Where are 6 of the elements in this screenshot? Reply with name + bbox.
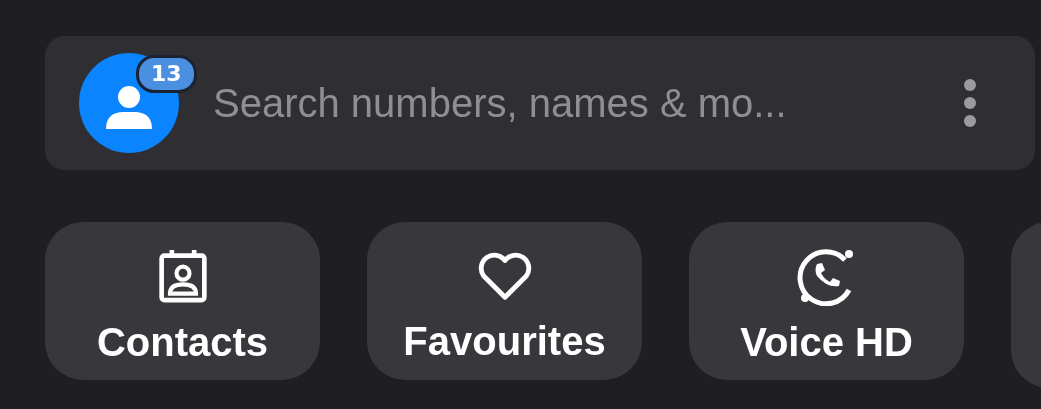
more-icon[interactable] <box>963 79 977 127</box>
shortcut-chip[interactable]: Voice HD <box>689 222 964 380</box>
shortcut-chip[interactable]: Favourites <box>367 222 642 380</box>
shortcut-chip[interactable]: Contacts <box>45 222 320 380</box>
notification-badge: 13 <box>136 55 197 93</box>
search-field[interactable]: Search numbers, names & mo... <box>213 80 943 126</box>
